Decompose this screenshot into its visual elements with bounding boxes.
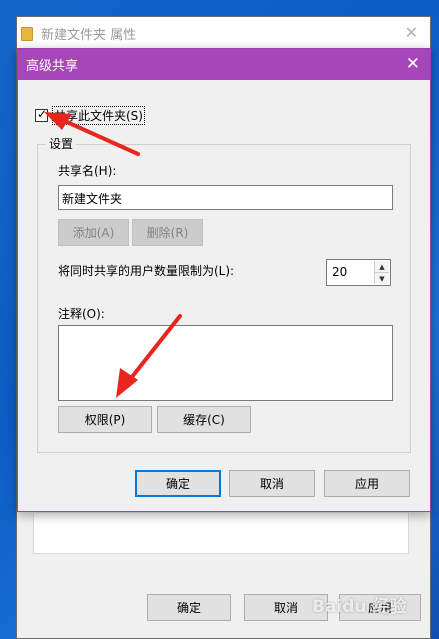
close-icon[interactable]: ✕ bbox=[406, 54, 420, 74]
ok-button[interactable]: 确定 bbox=[135, 470, 221, 497]
user-limit-value[interactable]: 20 bbox=[332, 265, 347, 279]
baidu-watermark: Baidu 经验 bbox=[312, 597, 407, 617]
share-folder-checkbox-row[interactable]: ✓ 共享此文件夹(S) bbox=[35, 106, 145, 125]
properties-panel bbox=[33, 513, 409, 554]
spin-down-icon[interactable]: ▼ bbox=[375, 273, 389, 284]
advanced-sharing-dialog: 高级共享 ✕ ✓ 共享此文件夹(S) 设置 共享名(H): 新建文件夹 添加(A… bbox=[17, 48, 431, 512]
dialog-title: 高级共享 bbox=[26, 59, 79, 74]
close-icon[interactable]: ✕ bbox=[405, 23, 418, 42]
comment-label: 注释(O): bbox=[58, 307, 105, 321]
checkmark-icon: ✓ bbox=[37, 107, 48, 121]
share-name-input[interactable]: 新建文件夹 bbox=[58, 185, 393, 210]
remove-button[interactable]: 删除(R) bbox=[132, 219, 203, 246]
spin-up-icon[interactable]: ▲ bbox=[375, 261, 389, 273]
properties-ok-button[interactable]: 确定 bbox=[147, 594, 231, 621]
permissions-button[interactable]: 权限(P) bbox=[58, 406, 152, 433]
share-folder-label[interactable]: 共享此文件夹(S) bbox=[52, 106, 145, 125]
share-folder-checkbox[interactable]: ✓ bbox=[35, 107, 48, 122]
add-button[interactable]: 添加(A) bbox=[58, 219, 129, 246]
dialog-titlebar: 高级共享 ✕ bbox=[18, 49, 430, 80]
caching-button[interactable]: 缓存(C) bbox=[157, 406, 251, 433]
settings-group-label: 设置 bbox=[46, 135, 77, 152]
user-limit-spinner[interactable]: 20 ▲ ▼ bbox=[326, 259, 391, 286]
comment-textarea[interactable] bbox=[58, 325, 393, 401]
share-name-label: 共享名(H): bbox=[58, 164, 117, 178]
properties-title: 新建文件夹 属性 bbox=[41, 28, 137, 43]
properties-titlebar: 新建文件夹 属性 ✕ bbox=[17, 17, 430, 50]
user-limit-label: 将同时共享的用户数量限制为(L): bbox=[58, 264, 235, 278]
apply-button[interactable]: 应用 bbox=[324, 470, 410, 497]
cancel-button[interactable]: 取消 bbox=[229, 470, 315, 497]
spinner-buttons: ▲ ▼ bbox=[374, 261, 389, 284]
folder-icon bbox=[21, 26, 33, 41]
